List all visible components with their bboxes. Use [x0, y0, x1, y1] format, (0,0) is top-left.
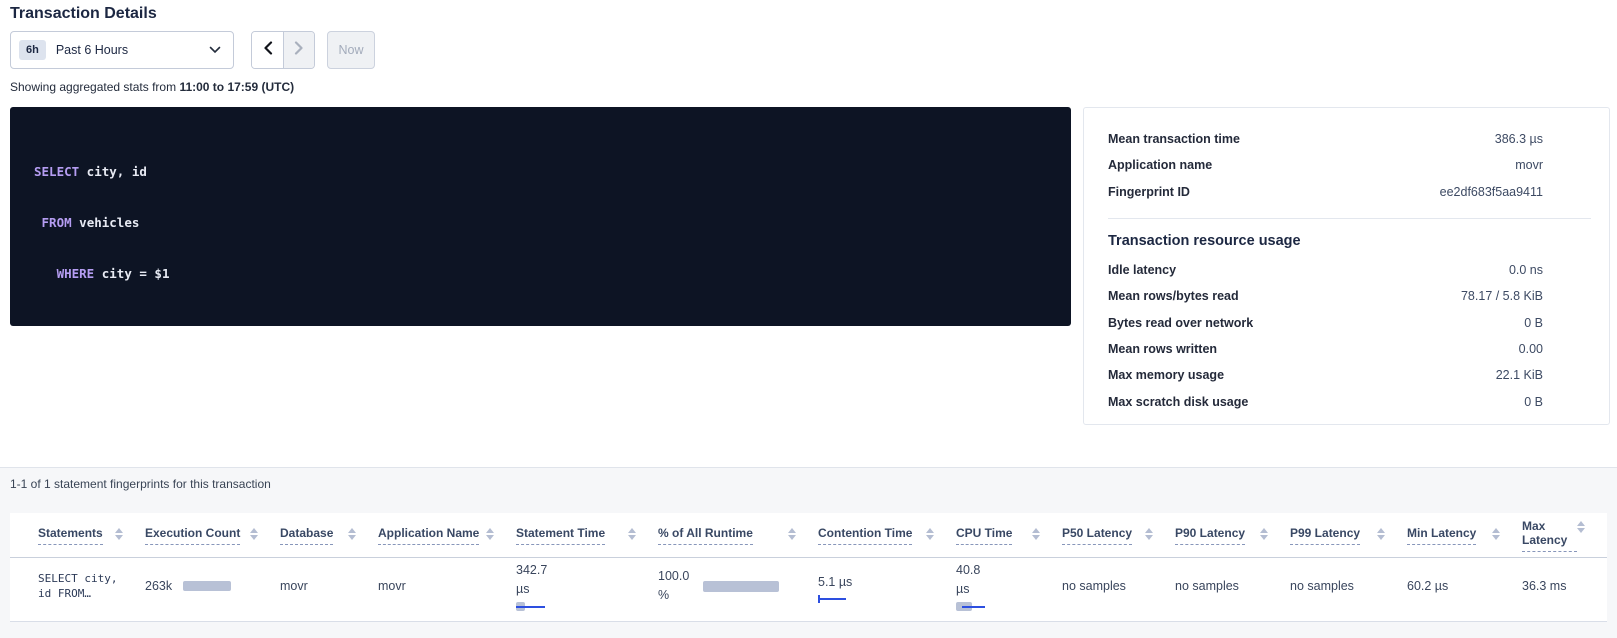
summary-label: Mean rows/bytes read [1108, 289, 1461, 303]
summary-value: 0 B [1524, 395, 1543, 409]
column-header-statement-time[interactable]: Statement Time [516, 526, 658, 545]
sort-icon [115, 528, 123, 540]
sql-line: SELECT city, id [34, 163, 1047, 180]
sort-icon [628, 528, 636, 540]
sort-icon [788, 528, 796, 540]
sort-icon [1377, 528, 1385, 540]
column-header-p90-latency[interactable]: P90 Latency [1175, 526, 1290, 545]
cpu-time-cell: 40.8 µs [956, 561, 1062, 612]
transaction-details-page: Transaction Details 6h Past 6 Hours Now … [0, 0, 1617, 638]
sort-icon [348, 528, 356, 540]
column-header-min-latency[interactable]: Min Latency [1407, 526, 1522, 545]
time-range-badge: 6h [19, 40, 46, 60]
column-header-statements[interactable]: Statements [38, 526, 145, 545]
p99-latency-cell: no samples [1290, 579, 1407, 593]
sort-icon [486, 528, 494, 540]
transaction-summary-card: Mean transaction time 386.3 µs Applicati… [1083, 107, 1610, 425]
column-header-max-latency[interactable]: Max Latency [1522, 519, 1607, 552]
statements-section: 1-1 of 1 statement fingerprints for this… [0, 467, 1617, 638]
execution-count-bar [183, 581, 231, 591]
summary-row: Max memory usage 22.1 KiB [1084, 362, 1609, 388]
execution-count-cell: 263k [145, 579, 280, 593]
chevron-right-icon [294, 41, 304, 60]
sort-icon [1032, 528, 1040, 540]
column-header-cpu-time[interactable]: CPU Time [956, 526, 1062, 545]
summary-row: Idle latency 0.0 ns [1084, 257, 1609, 283]
summary-row: Bytes read over network 0 B [1084, 309, 1609, 335]
summary-value: 22.1 KiB [1496, 368, 1543, 382]
contention-time-cell: 5.1 µs [818, 573, 956, 600]
summary-label: Idle latency [1108, 263, 1509, 277]
max-latency-cell: 36.3 ms [1522, 579, 1607, 593]
summary-label: Max memory usage [1108, 368, 1496, 382]
pct-runtime-cell: 100.0% [658, 567, 818, 605]
column-header-contention-time[interactable]: Contention Time [818, 526, 956, 545]
statement-time-cell: 342.7 µs [516, 561, 658, 612]
summary-row: Mean transaction time 386.3 µs [1084, 126, 1609, 152]
aggregated-stats-note: Showing aggregated stats from 11:00 to 1… [10, 80, 294, 94]
summary-label: Bytes read over network [1108, 316, 1524, 330]
sql-line: FROM vehicles [34, 214, 1047, 231]
summary-row: Application name movr [1084, 152, 1609, 178]
sort-icon [1492, 528, 1500, 540]
p90-latency-cell: no samples [1175, 579, 1290, 593]
sort-icon [1260, 528, 1268, 540]
statement-row: SELECT city,id FROM… 263k movr movr 342.… [10, 558, 1607, 614]
resource-usage-title: Transaction resource usage [1084, 219, 1609, 257]
column-header-execution-count[interactable]: Execution Count [145, 526, 280, 545]
time-toolbar: 6h Past 6 Hours Now [10, 31, 375, 69]
sort-icon [250, 528, 258, 540]
next-time-button[interactable] [283, 32, 314, 68]
sql-line: WHERE city = $1 [34, 265, 1047, 282]
column-header-pct-runtime[interactable]: % of All Runtime [658, 526, 818, 545]
min-latency-cell: 60.2 µs [1407, 579, 1522, 593]
summary-value: 386.3 µs [1495, 132, 1543, 146]
chevron-left-icon [263, 41, 273, 60]
chevron-down-icon [209, 41, 221, 59]
summary-label: Application name [1108, 158, 1515, 172]
fingerprint-count-text: 1-1 of 1 statement fingerprints for this… [10, 477, 271, 491]
database-cell: movr [280, 579, 378, 593]
cpu-time-bar [956, 602, 1012, 612]
sort-icon [926, 528, 934, 540]
summary-row: Mean rows/bytes read 78.17 / 5.8 KiB [1084, 283, 1609, 309]
summary-value: movr [1515, 158, 1543, 172]
statement-time-bar [516, 602, 572, 612]
column-header-p99-latency[interactable]: P99 Latency [1290, 526, 1407, 545]
summary-label: Mean rows written [1108, 342, 1519, 356]
column-header-p50-latency[interactable]: P50 Latency [1062, 526, 1175, 545]
application-name-cell: movr [378, 579, 516, 593]
summary-row: Fingerprint ID ee2df683f5aa9411 [1084, 179, 1609, 205]
contention-time-bar [818, 598, 846, 600]
sql-statement-box: SELECT city, id FROM vehicles WHERE city… [10, 107, 1071, 326]
summary-value: 0 B [1524, 316, 1543, 330]
summary-label: Max scratch disk usage [1108, 395, 1524, 409]
summary-row: Max scratch disk usage 0 B [1084, 388, 1609, 414]
pct-runtime-bar [703, 581, 779, 592]
stats-note-range: 11:00 to 17:59 (UTC) [179, 80, 294, 94]
page-title: Transaction Details [10, 5, 157, 23]
summary-value: ee2df683f5aa9411 [1440, 185, 1543, 199]
summary-value: 78.17 / 5.8 KiB [1461, 289, 1543, 303]
statements-table-header: Statements Execution Count Database Appl… [10, 513, 1607, 558]
summary-value: 0.0 ns [1509, 263, 1543, 277]
now-button[interactable]: Now [327, 31, 375, 69]
statement-link[interactable]: SELECT city,id FROM… [38, 571, 145, 601]
sort-icon [1577, 521, 1585, 533]
time-range-dropdown[interactable]: 6h Past 6 Hours [10, 31, 234, 69]
summary-row: Mean rows written 0.00 [1084, 336, 1609, 362]
column-header-application-name[interactable]: Application Name [378, 526, 516, 545]
time-nav-group [251, 31, 315, 69]
p50-latency-cell: no samples [1062, 579, 1175, 593]
sort-icon [1145, 528, 1153, 540]
summary-value: 0.00 [1519, 342, 1543, 356]
summary-label: Fingerprint ID [1108, 185, 1440, 199]
column-header-database[interactable]: Database [280, 526, 378, 545]
summary-label: Mean transaction time [1108, 132, 1495, 146]
statements-table: Statements Execution Count Database Appl… [10, 513, 1607, 622]
prev-time-button[interactable] [252, 32, 283, 68]
time-range-label: Past 6 Hours [56, 43, 209, 57]
